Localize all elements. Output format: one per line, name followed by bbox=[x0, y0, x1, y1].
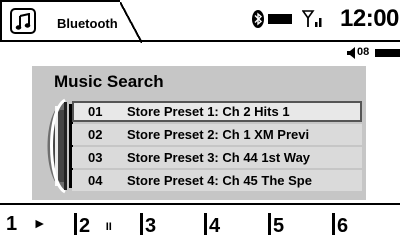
status-bar-divider bbox=[0, 40, 400, 42]
preset-button-5[interactable]: 5 bbox=[268, 213, 284, 241]
source-tab[interactable]: Bluetooth bbox=[0, 0, 142, 43]
status-bar: Bluetooth 12:00 bbox=[0, 0, 400, 43]
preset-number: 04 bbox=[88, 173, 103, 188]
bottom-bar-divider bbox=[0, 203, 400, 205]
preset-button-1[interactable]: 1 ► bbox=[6, 213, 47, 241]
preset-name: Store Preset 4: Ch 45 The Spe bbox=[127, 173, 312, 188]
volume-bar bbox=[375, 49, 400, 57]
battery-icon bbox=[268, 14, 292, 24]
preset-number: 01 bbox=[88, 104, 103, 119]
preset-button-number: 6 bbox=[337, 215, 349, 237]
preset-name: Store Preset 1: Ch 2 Hits 1 bbox=[127, 104, 290, 119]
music-search-panel: Music Search 01 Store Preset 1: Ch 2 Hit… bbox=[32, 66, 366, 200]
preset-number: 02 bbox=[88, 127, 103, 142]
speaker-icon bbox=[347, 47, 355, 59]
slot-separator bbox=[140, 213, 143, 235]
preset-button-number: 3 bbox=[145, 215, 157, 237]
preset-row-2[interactable]: 02 Store Preset 2: Ch 1 XM Previ bbox=[72, 124, 362, 145]
preset-button-number: 5 bbox=[273, 215, 285, 237]
radio-screen: Bluetooth 12:00 08 Music Search 01 Store… bbox=[0, 0, 400, 247]
panel-title: Music Search bbox=[54, 72, 164, 91]
preset-button-number: 1 bbox=[6, 213, 18, 235]
preset-name: Store Preset 2: Ch 1 XM Previ bbox=[127, 127, 310, 142]
bluetooth-icon bbox=[252, 10, 264, 28]
slot-separator bbox=[332, 213, 335, 235]
tab-slant bbox=[120, 2, 142, 43]
volume-indicator: 08 bbox=[346, 46, 400, 60]
preset-button-bar: 1 ► 2 II 3 4 5 6 bbox=[0, 203, 400, 247]
slot-separator bbox=[74, 213, 77, 235]
preset-button-6[interactable]: 6 bbox=[332, 213, 348, 241]
preset-button-2[interactable]: 2 II bbox=[74, 213, 112, 241]
preset-button-3[interactable]: 3 bbox=[140, 213, 156, 241]
slot-separator bbox=[204, 213, 207, 235]
volume-value: 08 bbox=[357, 46, 370, 58]
music-note-icon[interactable] bbox=[10, 8, 36, 34]
signal-strength-icon bbox=[302, 10, 322, 27]
preset-row-3[interactable]: 03 Store Preset 3: Ch 44 1st Way bbox=[72, 147, 362, 168]
preset-button-number: 4 bbox=[209, 215, 221, 237]
preset-number: 03 bbox=[88, 150, 103, 165]
preset-button-number: 2 bbox=[79, 215, 91, 237]
source-label: Bluetooth bbox=[57, 16, 118, 31]
preset-row-4[interactable]: 04 Store Preset 4: Ch 45 The Spe bbox=[72, 170, 362, 191]
slot-separator bbox=[268, 213, 271, 235]
preset-name: Store Preset 3: Ch 44 1st Way bbox=[127, 150, 311, 165]
pause-icon: II bbox=[105, 221, 112, 233]
preset-button-4[interactable]: 4 bbox=[204, 213, 220, 241]
preset-list: 01 Store Preset 1: Ch 2 Hits 1 02 Store … bbox=[72, 101, 362, 193]
preset-row-1[interactable]: 01 Store Preset 1: Ch 2 Hits 1 bbox=[72, 101, 362, 122]
clock: 12:00 bbox=[340, 5, 399, 32]
play-icon: ► bbox=[32, 215, 47, 231]
